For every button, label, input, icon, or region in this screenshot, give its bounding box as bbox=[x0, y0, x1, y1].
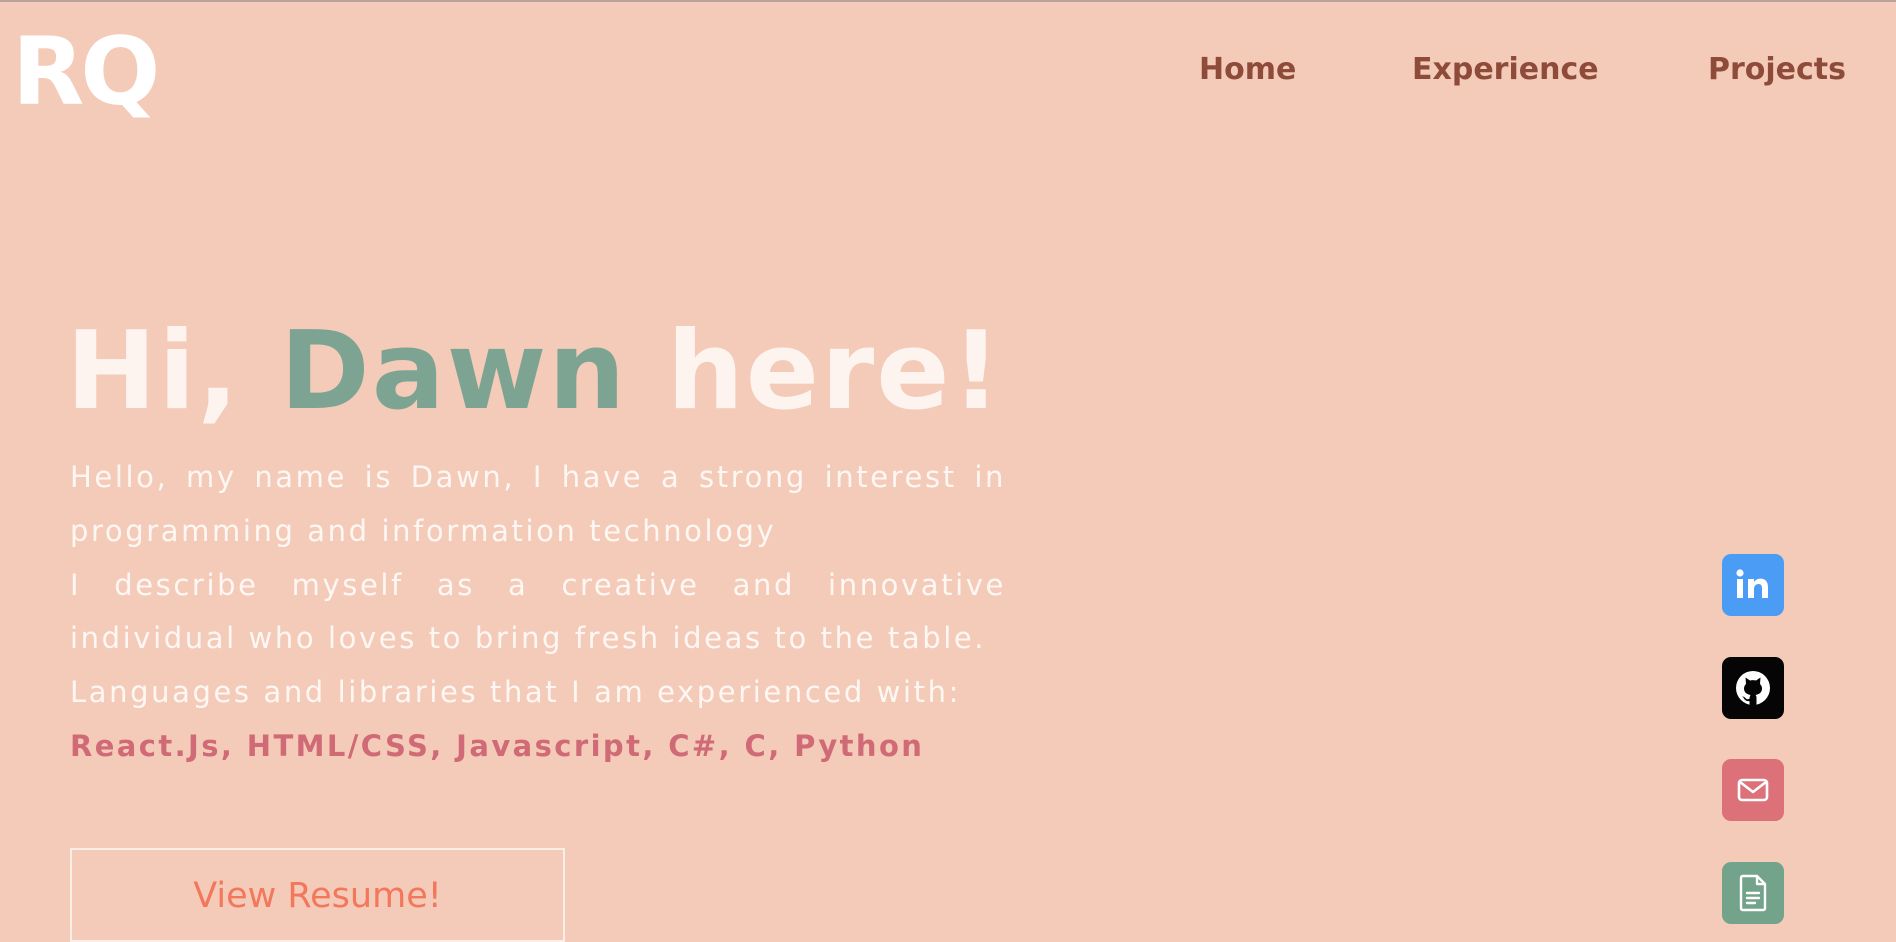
nav-experience-link[interactable]: Experience bbox=[1412, 52, 1599, 87]
linkedin-link[interactable] bbox=[1722, 554, 1784, 616]
bio-intro: Hello, my name is Dawn, I have a strong … bbox=[70, 460, 1006, 548]
github-icon bbox=[1736, 671, 1770, 705]
view-resume-button[interactable]: View Resume! bbox=[70, 848, 565, 942]
languages-label: Languages and libraries that I am experi… bbox=[70, 675, 961, 710]
hero-greeting-suffix: here! bbox=[627, 309, 1003, 434]
bio-section: Hello, my name is Dawn, I have a strong … bbox=[70, 451, 1006, 774]
linkedin-icon bbox=[1736, 569, 1768, 598]
hero-greeting-prefix: Hi, bbox=[66, 309, 281, 434]
email-icon bbox=[1737, 778, 1769, 802]
bio-description: I describe myself as a creative and inno… bbox=[70, 567, 1006, 656]
hero-heading: Hi, Dawn here! bbox=[66, 318, 1003, 426]
languages-list: React.Js, HTML/CSS, Javascript, C#, C, P… bbox=[70, 728, 925, 763]
top-border bbox=[0, 0, 1896, 2]
hero-name: Dawn bbox=[280, 309, 628, 434]
email-link[interactable] bbox=[1722, 759, 1784, 821]
nav-projects-link[interactable]: Projects bbox=[1708, 52, 1846, 87]
nav-home-link[interactable]: Home bbox=[1199, 52, 1296, 87]
main-nav: Home Experience Projects bbox=[0, 52, 1896, 92]
document-icon bbox=[1739, 874, 1767, 912]
resume-link[interactable] bbox=[1722, 862, 1784, 924]
github-link[interactable] bbox=[1722, 657, 1784, 719]
